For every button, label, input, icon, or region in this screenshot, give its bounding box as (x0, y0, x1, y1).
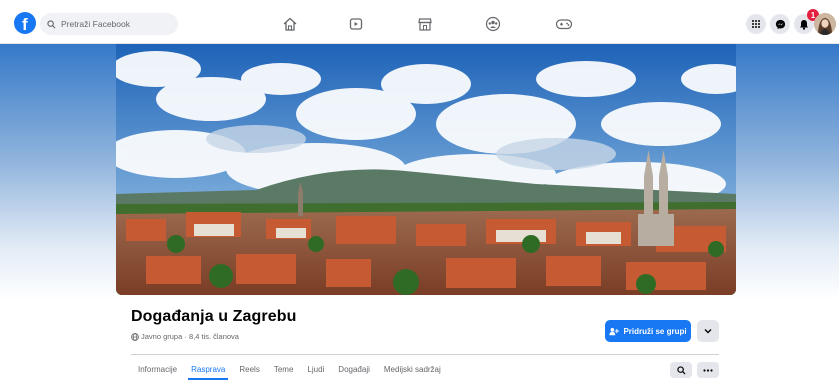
join-group-label: Pridruži se grupi (623, 326, 687, 336)
gaming-icon[interactable] (553, 14, 575, 34)
group-options-dropdown[interactable] (697, 320, 719, 342)
home-icon[interactable] (279, 14, 301, 34)
search-bar[interactable] (40, 13, 178, 35)
search-icon (47, 19, 56, 28)
tab-reels[interactable]: Reels (232, 360, 266, 380)
more-icon (703, 368, 713, 372)
tab-rasprava[interactable]: Rasprava (184, 360, 232, 380)
video-icon[interactable] (345, 14, 367, 34)
group-meta-text: Javno grupa · 8,4 tis. članova (141, 332, 239, 341)
cover-photo (116, 44, 736, 295)
chevron-down-icon (704, 329, 712, 334)
group-tabs: Informacije Rasprava Reels Teme Ljudi Do… (131, 360, 448, 380)
group-meta: Javno grupa · 8,4 tis. članova (131, 332, 239, 341)
group-search-button[interactable] (670, 362, 692, 378)
more-options-button[interactable] (697, 362, 719, 378)
add-member-icon (609, 327, 620, 335)
divider (131, 354, 719, 355)
facebook-logo-icon[interactable]: f (14, 12, 36, 34)
avatar[interactable] (814, 13, 836, 35)
tab-ljudi[interactable]: Ljudi (300, 360, 331, 380)
tab-dogadaji[interactable]: Događaji (331, 360, 377, 380)
tab-medijski-sadrzaj[interactable]: Medijski sadržaj (377, 360, 448, 380)
notifications-icon[interactable]: 1 (794, 9, 819, 34)
page-title: Događanja u Zagrebu (131, 308, 297, 325)
join-group-button[interactable]: Pridruži se grupi (605, 320, 691, 342)
globe-icon (131, 332, 139, 341)
search-icon (676, 365, 686, 375)
search-input[interactable] (61, 19, 171, 29)
groups-icon[interactable] (482, 14, 504, 34)
marketplace-icon[interactable] (414, 14, 436, 34)
messenger-icon[interactable] (770, 14, 790, 34)
tab-informacije[interactable]: Informacije (131, 360, 184, 380)
menu-grid-icon[interactable] (746, 14, 766, 34)
tab-teme[interactable]: Teme (267, 360, 301, 380)
top-navigation: f 1 (0, 0, 839, 44)
svg-text:f: f (22, 15, 28, 34)
